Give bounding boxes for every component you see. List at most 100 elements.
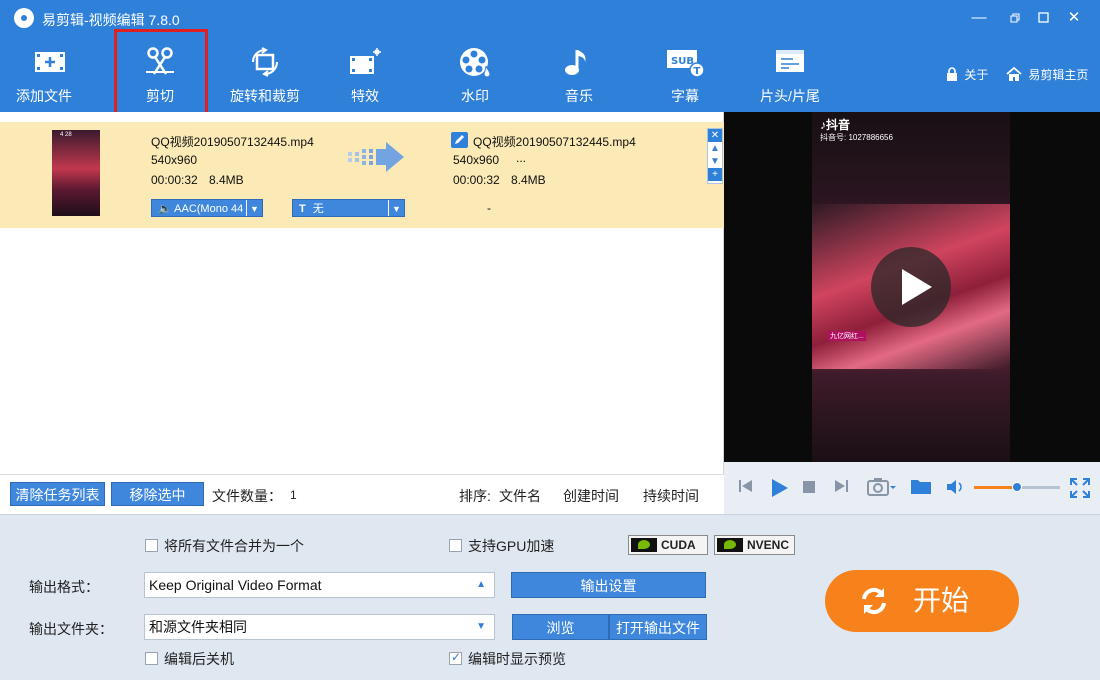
add-file-icon xyxy=(35,52,65,72)
move-up-icon[interactable]: ▲ xyxy=(708,142,722,155)
app-logo-icon xyxy=(14,8,34,28)
fullscreen-icon[interactable] xyxy=(1070,478,1090,498)
speaker-icon: 🔈 xyxy=(158,203,172,215)
about-link[interactable]: 关于 xyxy=(946,66,988,83)
sort-by-duration[interactable]: 持续时间 xyxy=(643,486,699,506)
browse-button[interactable]: 浏览 xyxy=(512,614,609,640)
tool-intro-outro[interactable]: 片头/片尾 xyxy=(750,38,830,112)
preview-app-name: 抖音 xyxy=(826,118,851,132)
gpu-acceleration-checkbox[interactable] xyxy=(449,539,462,552)
volume-icon[interactable] xyxy=(946,479,964,495)
show-preview-label: 编辑时显示预览 xyxy=(468,651,566,667)
source-resolution: 540x960 xyxy=(151,153,198,167)
next-icon[interactable] xyxy=(833,478,849,494)
thumbnail-tag: 4 28 xyxy=(60,132,72,138)
video-preview: ♪抖音 抖音号: 1027886656 九亿网红... xyxy=(724,112,1100,462)
file-list: 4 28 QQ视频20190507132445.mp4 540x960 00:0… xyxy=(0,112,724,474)
tool-effects[interactable]: 特效 xyxy=(330,38,400,112)
nvenc-badge: NVENC xyxy=(714,535,795,555)
close-button[interactable]: ✕ xyxy=(1061,6,1087,30)
chevron-down-icon: ▼ xyxy=(246,200,262,216)
sort-by-created[interactable]: 创建时间 xyxy=(563,486,619,506)
play-overlay-icon[interactable] xyxy=(871,247,951,327)
source-filename: QQ视频20190507132445.mp4 xyxy=(151,135,314,149)
open-output-folder-button[interactable]: 打开输出文件 xyxy=(609,614,707,640)
tool-add-file[interactable]: 添加文件 xyxy=(12,38,88,112)
tool-effects-label: 特效 xyxy=(351,88,379,104)
tool-subtitle-label: 字幕 xyxy=(671,88,699,104)
svg-text:SUB: SUB xyxy=(671,56,694,67)
cut-highlight-box xyxy=(114,29,208,117)
output-folder-value: 和源文件夹相同 xyxy=(149,619,247,635)
tool-add-file-label: 添加文件 xyxy=(16,88,72,104)
volume-handle[interactable] xyxy=(1012,482,1022,492)
home-link[interactable]: 易剪辑主页 xyxy=(1006,66,1088,83)
output-format-select[interactable]: Keep Original Video Format ▲ xyxy=(144,572,495,598)
player-controls xyxy=(724,462,1100,514)
subtitle-track-value: 无 xyxy=(312,203,324,215)
sort-label: 排序: xyxy=(459,488,491,504)
output-folder-select[interactable]: 和源文件夹相同 ▼ xyxy=(144,614,495,640)
audio-track-select[interactable]: 🔈 AAC(Mono 44 ▼ xyxy=(151,199,263,217)
minimize-button[interactable]: — xyxy=(966,6,992,30)
tool-watermark-label: 水印 xyxy=(461,88,489,104)
nvidia-logo-icon xyxy=(631,538,657,552)
tool-music[interactable]: 音乐 xyxy=(544,38,614,112)
volume-slider[interactable] xyxy=(974,482,1060,492)
music-icon xyxy=(565,50,586,75)
about-label: 关于 xyxy=(964,68,989,82)
stop-icon[interactable] xyxy=(803,481,815,493)
sort-by-name[interactable]: 文件名 xyxy=(499,486,541,506)
merge-files-label: 将所有文件合并为一个 xyxy=(164,538,304,554)
remove-row-icon[interactable]: ✕ xyxy=(708,129,722,142)
intro-outro-icon xyxy=(776,50,804,72)
previous-icon[interactable] xyxy=(738,478,754,494)
volume-level-fill xyxy=(974,486,1016,489)
chevron-down-icon: ▼ xyxy=(388,200,404,216)
tool-rotate-crop[interactable]: 旋转和裁剪 xyxy=(224,38,306,112)
nvenc-label: NVENC xyxy=(747,538,790,552)
output-folder-label: 输出文件夹： xyxy=(29,621,113,637)
output-settings-button[interactable]: 输出设置 xyxy=(511,572,706,598)
clear-task-list-button[interactable]: 清除任务列表 xyxy=(10,482,105,506)
convert-arrow-icon xyxy=(348,142,404,172)
cuda-badge: CUDA xyxy=(628,535,708,555)
file-count-label: 文件数量： xyxy=(212,488,282,504)
tool-subtitle[interactable]: SUB T 字幕 xyxy=(650,38,720,112)
preview-account: 抖音号: 1027886656 xyxy=(820,133,893,142)
watermark-icon xyxy=(460,48,491,78)
nvidia-logo-icon xyxy=(717,538,743,552)
video-thumbnail[interactable]: 4 28 xyxy=(52,130,100,216)
output-more-button[interactable]: ... xyxy=(516,151,526,165)
output-format-value: Keep Original Video Format xyxy=(149,577,322,593)
cuda-label: CUDA xyxy=(661,538,696,552)
file-row[interactable]: 4 28 QQ视频20190507132445.mp4 540x960 00:0… xyxy=(0,122,724,228)
gpu-acceleration-label: 支持GPU加速 xyxy=(468,538,555,554)
tool-watermark[interactable]: 水印 xyxy=(440,38,510,112)
open-folder-icon[interactable] xyxy=(910,477,932,495)
output-placeholder: - xyxy=(487,201,491,215)
output-duration: 00:00:32 xyxy=(453,173,500,187)
play-icon[interactable] xyxy=(769,478,789,498)
window-title: 易剪辑-视频编辑 7.8.0 xyxy=(42,12,180,28)
tiktok-logo: ♪抖音 xyxy=(820,116,850,133)
crop-rotate-icon xyxy=(252,47,278,77)
audio-track-value: AAC(Mono 44 xyxy=(174,203,244,215)
snapshot-camera-icon[interactable] xyxy=(867,477,897,497)
merge-files-checkbox[interactable] xyxy=(145,539,158,552)
subtitle-track-select[interactable]: T 无 ▼ xyxy=(292,199,405,217)
tool-intro-outro-label: 片头/片尾 xyxy=(760,88,820,104)
restore-button[interactable] xyxy=(1002,6,1028,30)
subtitle-icon: SUB T xyxy=(667,50,705,78)
move-down-icon[interactable]: ▼ xyxy=(708,155,722,168)
remove-selected-button[interactable]: 移除选中 xyxy=(111,482,204,506)
start-label: 开始 xyxy=(913,585,970,616)
svg-text:T: T xyxy=(694,66,701,77)
show-preview-checkbox[interactable] xyxy=(449,650,462,665)
shutdown-after-checkbox[interactable] xyxy=(145,652,158,665)
maximize-button[interactable] xyxy=(1030,6,1056,30)
add-row-icon[interactable]: + xyxy=(708,168,722,181)
start-button[interactable]: 开始 xyxy=(825,570,1019,632)
edit-output-name-icon[interactable] xyxy=(451,132,468,148)
refresh-icon xyxy=(862,587,886,615)
